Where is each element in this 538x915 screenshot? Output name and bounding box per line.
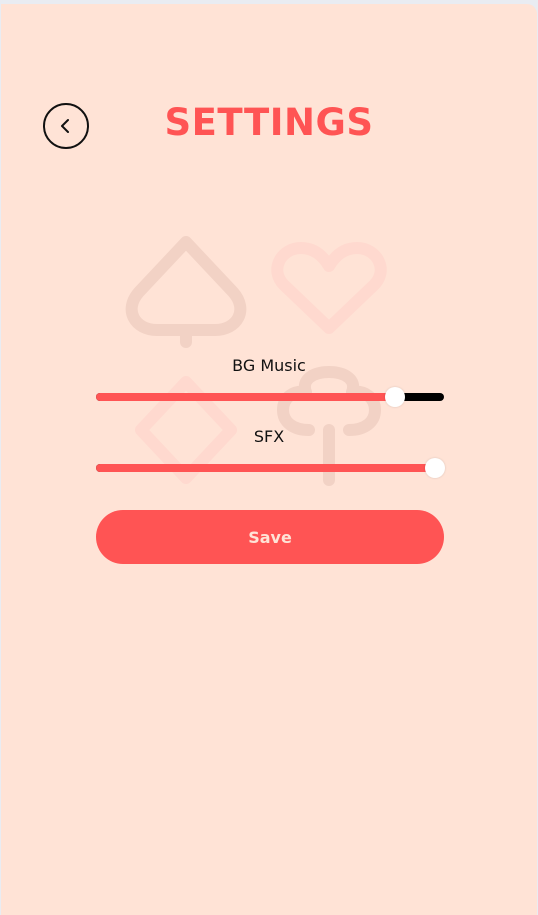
page-title: SETTINGS <box>164 101 374 144</box>
settings-screen: SETTINGS BG Music SFX Save <box>1 4 537 915</box>
sfx-slider-thumb[interactable] <box>425 458 446 478</box>
save-button[interactable]: Save <box>96 510 444 564</box>
bg-music-slider[interactable] <box>96 387 444 407</box>
sfx-slider[interactable] <box>96 458 446 478</box>
bg-music-slider-thumb[interactable] <box>385 387 406 407</box>
bg-music-slider-fill <box>96 393 396 401</box>
sfx-slider-fill <box>96 464 436 472</box>
sfx-label: SFX <box>253 427 285 446</box>
bg-music-label: BG Music <box>232 356 306 375</box>
heart-icon <box>271 242 387 334</box>
spade-icon <box>125 236 247 348</box>
